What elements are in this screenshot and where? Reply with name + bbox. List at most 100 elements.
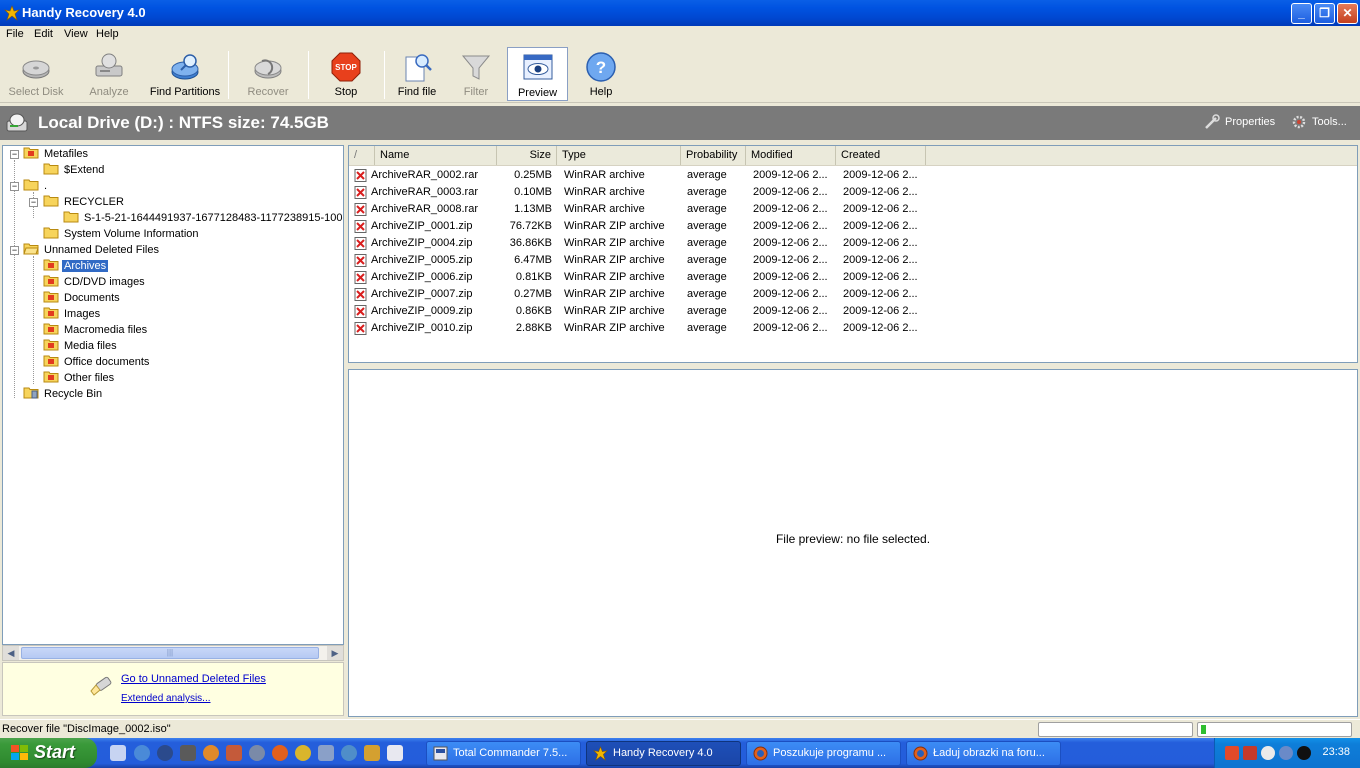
task-total-commander[interactable]: Total Commander 7.5...: [426, 741, 581, 766]
menu-file[interactable]: File: [6, 28, 24, 40]
table-row[interactable]: ArchiveRAR_0003.rar 0.10MB WinRAR archive a…: [349, 184, 1357, 201]
tree-item-unnamed-deleted-files[interactable]: Unnamed Deleted Files: [23, 242, 161, 258]
scroll-right-button[interactable]: ▶: [327, 646, 343, 660]
deleted-file-icon: [354, 322, 367, 335]
table-row[interactable]: ArchiveRAR_0008.rar 1.13MB WinRAR archive a…: [349, 201, 1357, 218]
tree-item-macromedia-files[interactable]: Macromedia files: [43, 322, 149, 338]
tree-item-cd-dvd-images[interactable]: CD/DVD images: [43, 274, 147, 290]
tray-icon[interactable]: [1243, 746, 1257, 760]
menu-edit[interactable]: Edit: [34, 28, 53, 40]
quicklaunch-app-icon[interactable]: [203, 745, 219, 761]
tree-item-media-files[interactable]: Media files: [43, 338, 119, 354]
tree-item-extend[interactable]: $Extend: [43, 162, 106, 178]
table-row[interactable]: ArchiveZIP_0007.zip 0.27MB WinRAR ZIP arch…: [349, 286, 1357, 303]
quicklaunch-app-icon[interactable]: [387, 745, 403, 761]
find-partitions-button[interactable]: Find Partitions: [148, 47, 222, 101]
extended-analysis-link[interactable]: Extended analysis...: [121, 693, 211, 704]
tray-icon[interactable]: [1261, 746, 1275, 760]
tray-icon[interactable]: [1297, 746, 1311, 760]
title-bar[interactable]: Handy Recovery 4.0 _ ❐ ✕: [0, 0, 1360, 26]
stop-button[interactable]: STOP Stop: [322, 47, 370, 101]
tree-item-recycler[interactable]: RECYCLER: [43, 194, 126, 210]
select-disk-button[interactable]: Select Disk: [4, 47, 68, 101]
tree-item-sid-folder[interactable]: S-1-5-21-1644491937-1677128483-117723891…: [63, 210, 343, 226]
properties-link[interactable]: Properties: [1225, 116, 1275, 128]
table-row[interactable]: ArchiveRAR_0002.rar 0.25MB WinRAR archive a…: [349, 167, 1357, 184]
task-firefox-2[interactable]: Ładuj obrazki na foru...: [906, 741, 1061, 766]
cell-probability: average: [687, 271, 727, 283]
toolbar: Select Disk Analyze Find Partitions Reco…: [0, 45, 1360, 103]
quicklaunch-app-icon[interactable]: [180, 745, 196, 761]
table-row[interactable]: ArchiveZIP_0006.zip 0.81KB WinRAR ZIP arch…: [349, 269, 1357, 286]
analyze-button[interactable]: Analyze: [78, 47, 140, 101]
quicklaunch-app-icon[interactable]: [341, 745, 357, 761]
scroll-left-button[interactable]: ◀: [3, 646, 19, 660]
table-row[interactable]: ArchiveZIP_0009.zip 0.86KB WinRAR ZIP arch…: [349, 303, 1357, 320]
cell-size: 36.86KB: [509, 237, 552, 249]
task-handy-recovery[interactable]: Handy Recovery 4.0: [586, 741, 741, 766]
help-button[interactable]: ? Help: [580, 47, 622, 101]
column-type[interactable]: Type: [557, 146, 681, 165]
tray-icon[interactable]: [1279, 746, 1293, 760]
collapse-toggle[interactable]: −: [10, 150, 19, 159]
go-to-unnamed-deleted-files-link[interactable]: Go to Unnamed Deleted Files: [121, 673, 266, 685]
folder-tree[interactable]: − Metafiles $Extend − . − RECYCLER S-1-5…: [2, 145, 344, 645]
tree-item-recycle-bin[interactable]: Recycle Bin: [23, 386, 104, 402]
column-created[interactable]: Created: [836, 146, 926, 165]
table-row[interactable]: ArchiveZIP_0010.zip 2.88KB WinRAR ZIP arch…: [349, 320, 1357, 337]
collapse-toggle[interactable]: −: [10, 246, 19, 255]
tree-horizontal-scrollbar[interactable]: ◀ ||| ▶: [2, 645, 344, 661]
tree-item-system-volume-information[interactable]: System Volume Information: [43, 226, 201, 242]
column-name[interactable]: Name: [375, 146, 497, 165]
cell-name: ArchiveZIP_0005.zip: [371, 254, 473, 266]
preview-button[interactable]: Preview: [507, 47, 568, 101]
menu-help[interactable]: Help: [96, 28, 119, 40]
find-file-button[interactable]: Find file: [394, 47, 440, 101]
menu-view[interactable]: View: [64, 28, 88, 40]
minimize-button[interactable]: _: [1291, 3, 1312, 24]
quicklaunch-app-icon[interactable]: [318, 745, 334, 761]
tree-item-root[interactable]: .: [23, 178, 49, 194]
collapse-toggle[interactable]: −: [10, 182, 19, 191]
column-sort[interactable]: /: [349, 146, 375, 165]
quicklaunch-app-icon[interactable]: [249, 745, 265, 761]
task-firefox-1[interactable]: Poszukuje programu ...: [746, 741, 901, 766]
quicklaunch-explorer-icon[interactable]: [110, 745, 126, 761]
cell-size: 6.47MB: [514, 254, 552, 266]
quicklaunch-media-icon[interactable]: [157, 745, 173, 761]
filter-button[interactable]: Filter: [454, 47, 498, 101]
tools-link[interactable]: Tools...: [1312, 116, 1347, 128]
tree-item-other-files[interactable]: Other files: [43, 370, 116, 386]
tray-icon[interactable]: [1225, 746, 1239, 760]
quicklaunch-app-icon[interactable]: [226, 745, 242, 761]
toolbar-separator: [228, 51, 229, 99]
maximize-button[interactable]: ❐: [1314, 3, 1335, 24]
tree-item-images[interactable]: Images: [43, 306, 102, 322]
column-modified[interactable]: Modified: [746, 146, 836, 165]
cell-created: 2009-12-06 2...: [843, 305, 918, 317]
cell-modified: 2009-12-06 2...: [753, 322, 828, 334]
disk-select-icon: [22, 60, 50, 79]
recover-button[interactable]: Recover: [238, 47, 298, 101]
file-list[interactable]: / Name Size Type Probability Modified Cr…: [348, 145, 1358, 363]
collapse-toggle[interactable]: −: [29, 198, 38, 207]
table-row[interactable]: ArchiveZIP_0005.zip 6.47MB WinRAR ZIP arch…: [349, 252, 1357, 269]
progress-fill: [1201, 725, 1206, 734]
tree-item-archives[interactable]: Archives: [43, 258, 109, 274]
close-button[interactable]: ✕: [1337, 3, 1358, 24]
flashlight-icon: [90, 676, 112, 696]
tree-item-documents[interactable]: Documents: [43, 290, 122, 306]
column-probability[interactable]: Probability: [681, 146, 746, 165]
tree-item-office-documents[interactable]: Office documents: [43, 354, 151, 370]
tree-item-metafiles[interactable]: Metafiles: [23, 146, 90, 162]
table-row[interactable]: ArchiveZIP_0004.zip 36.86KB WinRAR ZIP arc…: [349, 235, 1357, 252]
quicklaunch-chrome-icon[interactable]: [295, 745, 311, 761]
scrollbar-thumb[interactable]: |||: [21, 647, 319, 659]
quicklaunch-app-icon[interactable]: [364, 745, 380, 761]
column-size[interactable]: Size: [497, 146, 557, 165]
table-row[interactable]: ArchiveZIP_0001.zip 76.72KB WinRAR ZIP arc…: [349, 218, 1357, 235]
quicklaunch-ie-icon[interactable]: [134, 745, 150, 761]
quicklaunch-firefox-icon[interactable]: [272, 745, 288, 761]
start-button[interactable]: Start: [0, 738, 97, 768]
cell-type: WinRAR archive: [564, 169, 645, 181]
